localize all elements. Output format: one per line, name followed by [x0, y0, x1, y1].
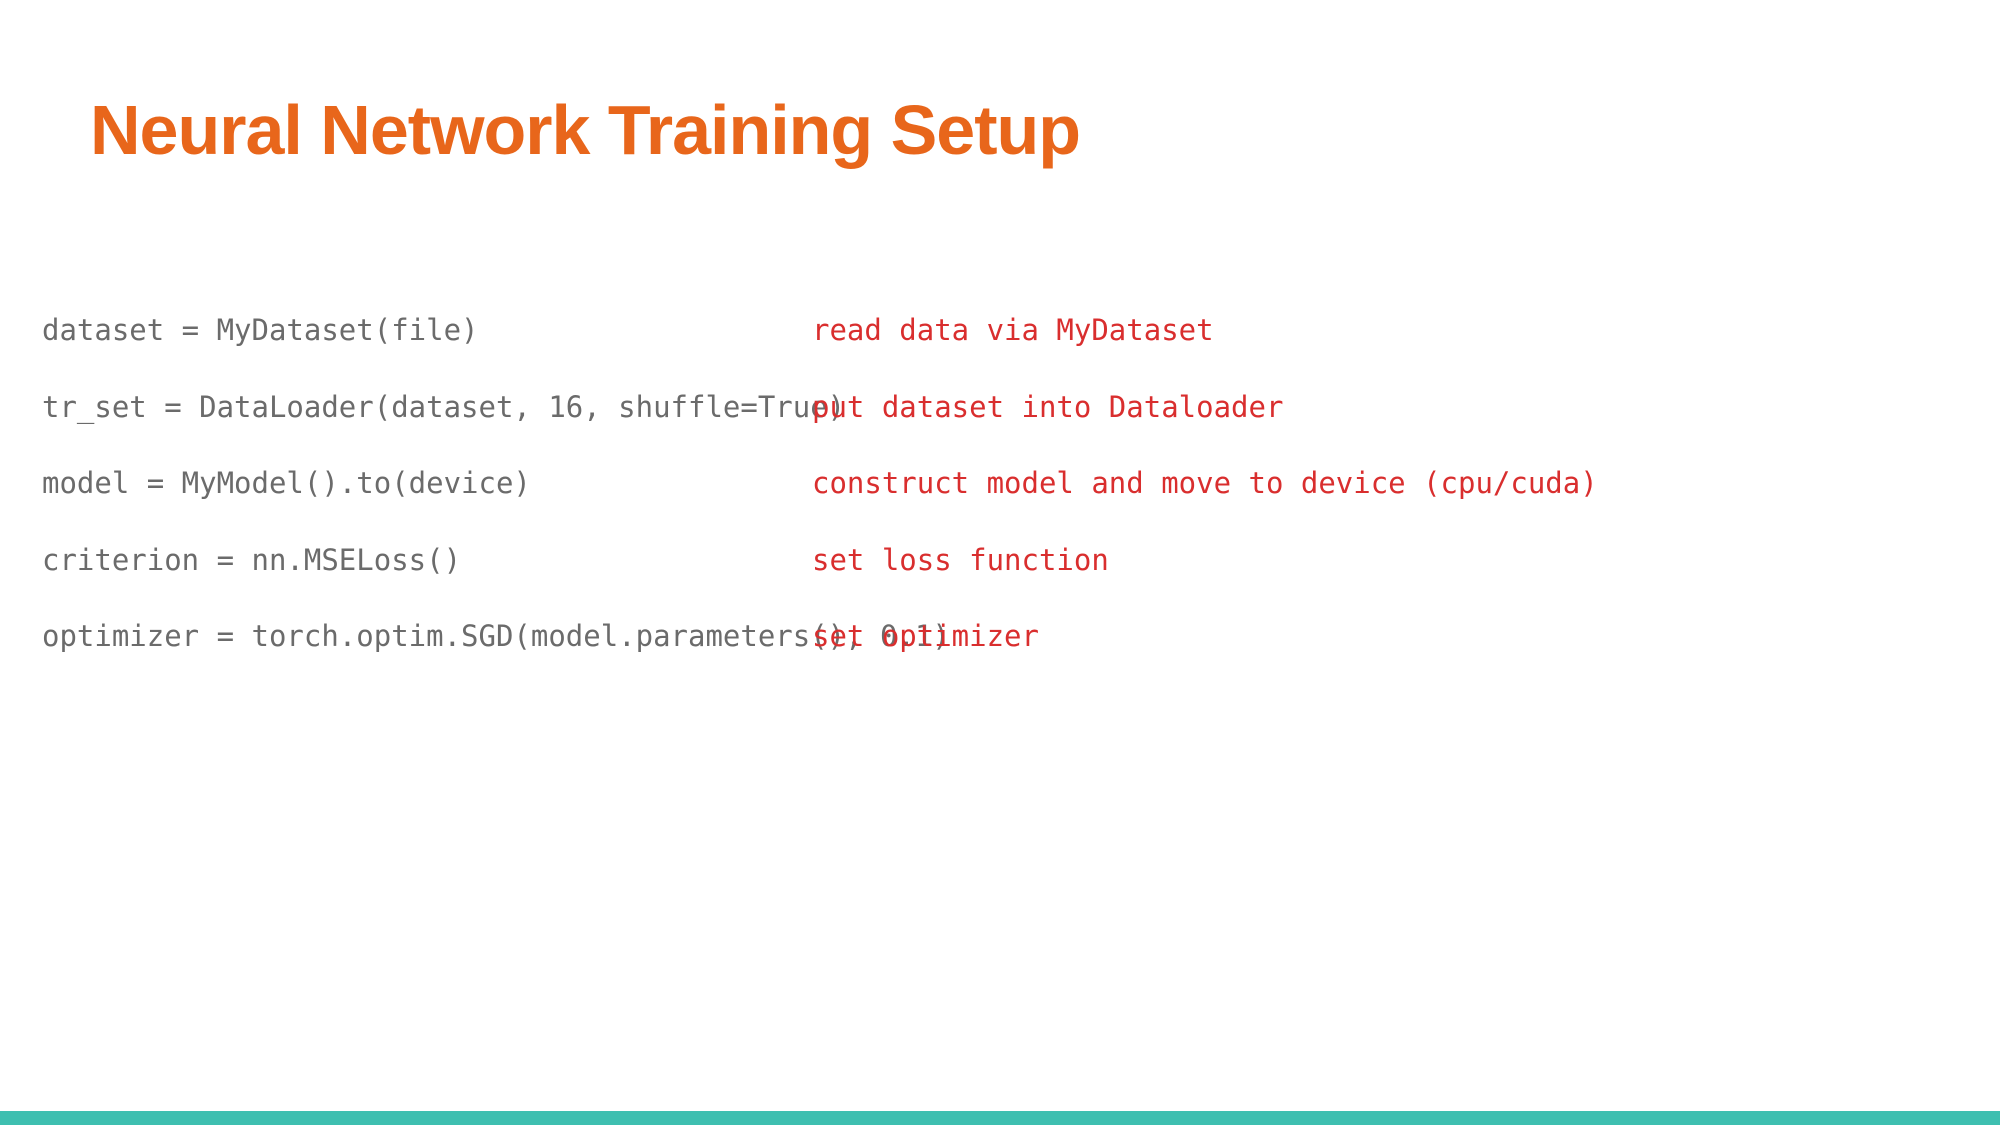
code-comment: read data via MyDataset	[812, 310, 1214, 351]
code-row: optimizer = torch.optim.SGD(model.parame…	[42, 616, 1960, 657]
code-row: model = MyModel().to(device) construct m…	[42, 463, 1960, 504]
slide-title: Neural Network Training Setup	[90, 90, 1960, 170]
code-row: dataset = MyDataset(file) read data via …	[42, 310, 1960, 351]
code-comment: set optimizer	[812, 616, 1039, 657]
slide: Neural Network Training Setup dataset = …	[0, 0, 2000, 1125]
code-text: tr_set = DataLoader(dataset, 16, shuffle…	[42, 387, 802, 428]
code-text: criterion = nn.MSELoss()	[42, 540, 802, 581]
code-text: dataset = MyDataset(file)	[42, 310, 802, 351]
code-comment: set loss function	[812, 540, 1109, 581]
code-text: optimizer = torch.optim.SGD(model.parame…	[42, 616, 802, 657]
code-row: criterion = nn.MSELoss() set loss functi…	[42, 540, 1960, 581]
code-text: model = MyModel().to(device)	[42, 463, 802, 504]
code-content: dataset = MyDataset(file) read data via …	[42, 310, 1960, 657]
code-row: tr_set = DataLoader(dataset, 16, shuffle…	[42, 387, 1960, 428]
footer-accent-bar	[0, 1111, 2000, 1125]
code-comment: put dataset into Dataloader	[812, 387, 1283, 428]
code-comment: construct model and move to device (cpu/…	[812, 463, 1598, 504]
